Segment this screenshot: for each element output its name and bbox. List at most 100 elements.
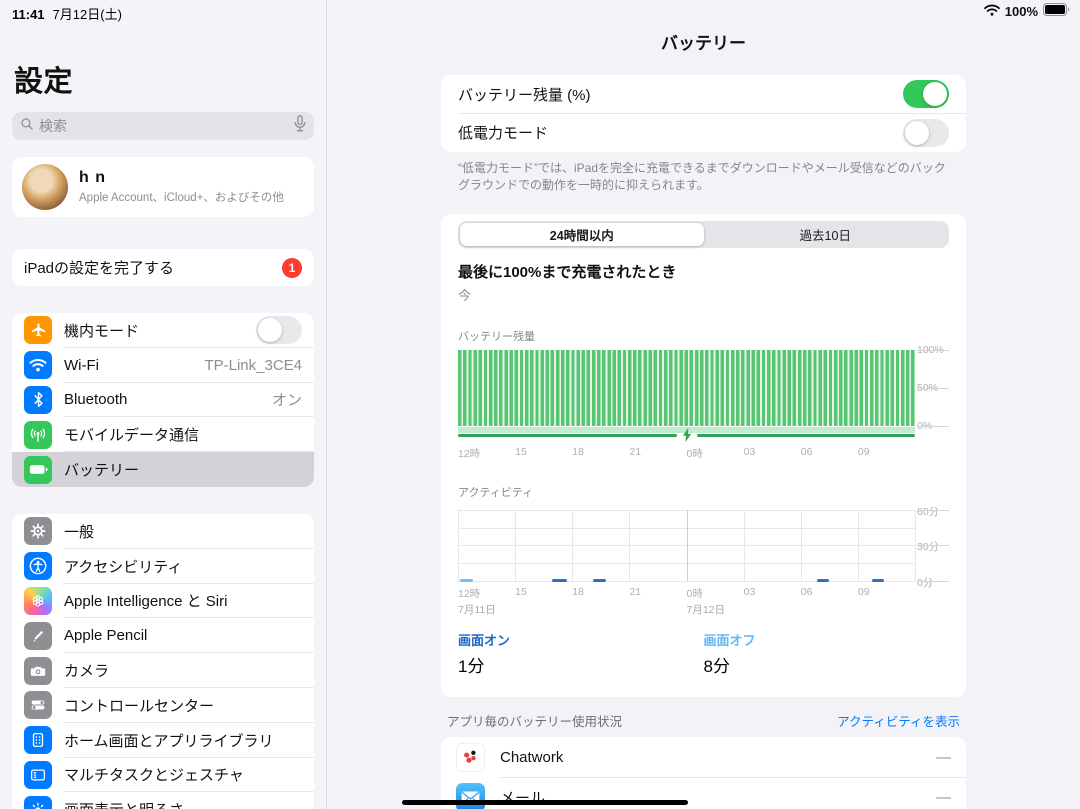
cellular-antenna-icon: [24, 421, 52, 449]
sidebar-item-camera[interactable]: カメラ: [12, 653, 314, 688]
sidebar-item-label: 一般: [64, 521, 94, 542]
home-indicator[interactable]: [402, 800, 688, 805]
tab-last-10-days[interactable]: 過去10日: [704, 223, 948, 246]
battery-toggles-card: バッテリー残量 (%) 低電力モード: [441, 75, 966, 152]
sidebar-item-display-brightness[interactable]: 画面表示と明るさ: [12, 792, 314, 809]
activity-dash: [817, 579, 829, 582]
screen-on-value: 1分: [458, 652, 704, 677]
home-screen-icon: [24, 726, 52, 754]
avatar: [22, 164, 68, 210]
gear-icon: [24, 517, 52, 545]
activity-dash: [460, 579, 473, 582]
sidebar-item-label: アクセシビリティ: [64, 556, 182, 577]
last-charge-value: 今: [458, 285, 949, 304]
charging-line: [458, 434, 915, 437]
status-bar: 11:417月12日(土) 100%: [0, 0, 1080, 22]
sidebar-item-label: バッテリー: [64, 459, 139, 480]
battery-percent-label: バッテリー残量 (%): [458, 84, 591, 105]
time-range-segmented-control: 24時間以内 過去10日: [458, 221, 949, 248]
screen-time-legend: 画面オン 1分 画面オフ 8分: [458, 630, 949, 677]
battery-icon: [24, 456, 52, 484]
battery-level-chart[interactable]: 100% 50% 0% 12時 15 18 21 0時 03 06 09: [458, 350, 949, 460]
account-subtitle: Apple Account、iCloud+、およびその他: [79, 189, 284, 205]
airplane-icon: [24, 316, 52, 344]
status-time-date: 11:417月12日(土): [12, 4, 122, 23]
app-name: メール: [500, 787, 545, 808]
app-row-chatwork[interactable]: Chatwork —: [441, 737, 966, 778]
activity-dash: [593, 579, 606, 582]
notification-badge: 1: [282, 258, 302, 278]
battery-usage-card: 24時間以内 過去10日 最後に100%まで充電されたとき 今 バッテリー残量: [441, 214, 966, 697]
sidebar-item-battery[interactable]: バッテリー: [12, 452, 314, 487]
sidebar-item-wifi[interactable]: Wi-Fi TP-Link_3CE4: [12, 348, 314, 383]
sidebar-item-label: Apple Pencil: [64, 627, 147, 644]
activity-date-labels: 7月11日 7月12日: [458, 602, 915, 616]
settings-sidebar: 設定 検索 h n Apple Account、iCloud+、およびその他 i…: [0, 0, 327, 809]
screen-off-value: 8分: [704, 652, 950, 677]
sidebar-item-cellular[interactable]: モバイルデータ通信: [12, 417, 314, 452]
low-power-row: 低電力モード: [441, 114, 966, 153]
screen-off-label: 画面オフ: [704, 630, 950, 649]
sidebar-item-label: ホーム画面とアプリライブラリ: [64, 730, 274, 751]
screen-on-label: 画面オン: [458, 630, 704, 649]
search-input[interactable]: 検索: [12, 112, 314, 140]
search-icon: [20, 117, 34, 136]
bluetooth-icon: [24, 386, 52, 414]
account-row[interactable]: h n Apple Account、iCloud+、およびその他: [12, 157, 314, 217]
sidebar-item-label: Apple Intelligence と Siri: [64, 590, 227, 611]
pencil-icon: [24, 622, 52, 650]
sidebar-title: 設定: [14, 58, 326, 100]
activity-chart-label: アクティビティ: [458, 484, 949, 500]
sidebar-item-label: 画面表示と明るさ: [64, 799, 184, 809]
low-power-note: “低電力モード”では、iPadを完全に充電できるまでダウンロードやメール受信など…: [441, 152, 966, 195]
app-name: Chatwork: [500, 749, 563, 766]
apps-battery-list: Chatwork — メール — ホーム — 写真 —: [441, 737, 966, 809]
sidebar-item-label: モバイルデータ通信: [64, 424, 199, 445]
battery-bars: [458, 350, 915, 426]
activity-plot: [458, 510, 915, 581]
sidebar-item-airplane-mode[interactable]: 機内モード: [12, 313, 314, 348]
finish-setup-row[interactable]: iPadの設定を完了する 1: [12, 249, 314, 286]
sidebar-item-label: コントロールセンター: [64, 695, 214, 716]
sidebar-item-label: Wi-Fi: [64, 357, 99, 374]
battery-chart-label: バッテリー残量: [458, 328, 949, 344]
sidebar-group-general: 一般 アクセシビリティ Apple Intelligence と Siri Ap…: [12, 514, 314, 809]
finish-setup-label: iPadの設定を完了する: [24, 257, 174, 278]
battery-detail-panel: バッテリー バッテリー残量 (%) 低電力モード “低電力モード”では、iPad…: [327, 0, 1080, 809]
wifi-status-icon: [984, 4, 1000, 19]
battery-percent-toggle[interactable]: [903, 80, 949, 108]
low-power-toggle[interactable]: [903, 119, 949, 147]
sidebar-item-home-screen[interactable]: ホーム画面とアプリライブラリ: [12, 723, 314, 758]
account-name: h n: [79, 169, 284, 187]
sidebar-item-bluetooth[interactable]: Bluetooth オン: [12, 383, 314, 418]
sidebar-item-control-center[interactable]: コントロールセンター: [12, 688, 314, 723]
show-activity-link[interactable]: アクティビティを表示: [837, 711, 960, 730]
app-usage-value: —: [936, 749, 951, 766]
mic-icon[interactable]: [294, 115, 306, 137]
airplane-mode-toggle[interactable]: [256, 316, 302, 344]
battery-percent-row: バッテリー残量 (%): [441, 75, 966, 114]
sidebar-item-general[interactable]: 一般: [12, 514, 314, 549]
activity-chart[interactable]: 60分 30分 0分 12時 15 18 21 0時 03 06 09: [458, 510, 949, 616]
tab-last-24h[interactable]: 24時間以内: [460, 223, 704, 246]
sidebar-item-apple-pencil[interactable]: Apple Pencil: [12, 618, 314, 653]
charging-bolt-icon: [682, 428, 692, 447]
sidebar-item-accessibility[interactable]: アクセシビリティ: [12, 549, 314, 584]
status-date: 7月12日(土): [53, 7, 122, 22]
wifi-network-value: TP-Link_3CE4: [204, 357, 302, 374]
bluetooth-state-value: オン: [272, 389, 302, 410]
sidebar-item-apple-intelligence-siri[interactable]: Apple Intelligence と Siri: [12, 584, 314, 619]
battery-x-axis: 12時 15 18 21 0時 03 06 09: [458, 446, 915, 460]
camera-icon: [24, 657, 52, 685]
sidebar-group-connectivity: 機内モード Wi-Fi TP-Link_3CE4 Bluetooth オン モバ…: [12, 313, 314, 487]
apps-section-label: アプリ毎のバッテリー使用状況: [447, 711, 622, 730]
accessibility-icon: [24, 552, 52, 580]
low-power-label: 低電力モード: [458, 122, 548, 143]
wifi-icon: [24, 351, 52, 379]
sidebar-item-label: カメラ: [64, 660, 109, 681]
sidebar-item-multitasking[interactable]: マルチタスクとジェスチャ: [12, 758, 314, 793]
activity-dash: [552, 579, 567, 582]
brightness-sun-icon: [24, 796, 52, 809]
mail-app-icon: [456, 783, 485, 809]
apple-intelligence-icon: [24, 587, 52, 615]
